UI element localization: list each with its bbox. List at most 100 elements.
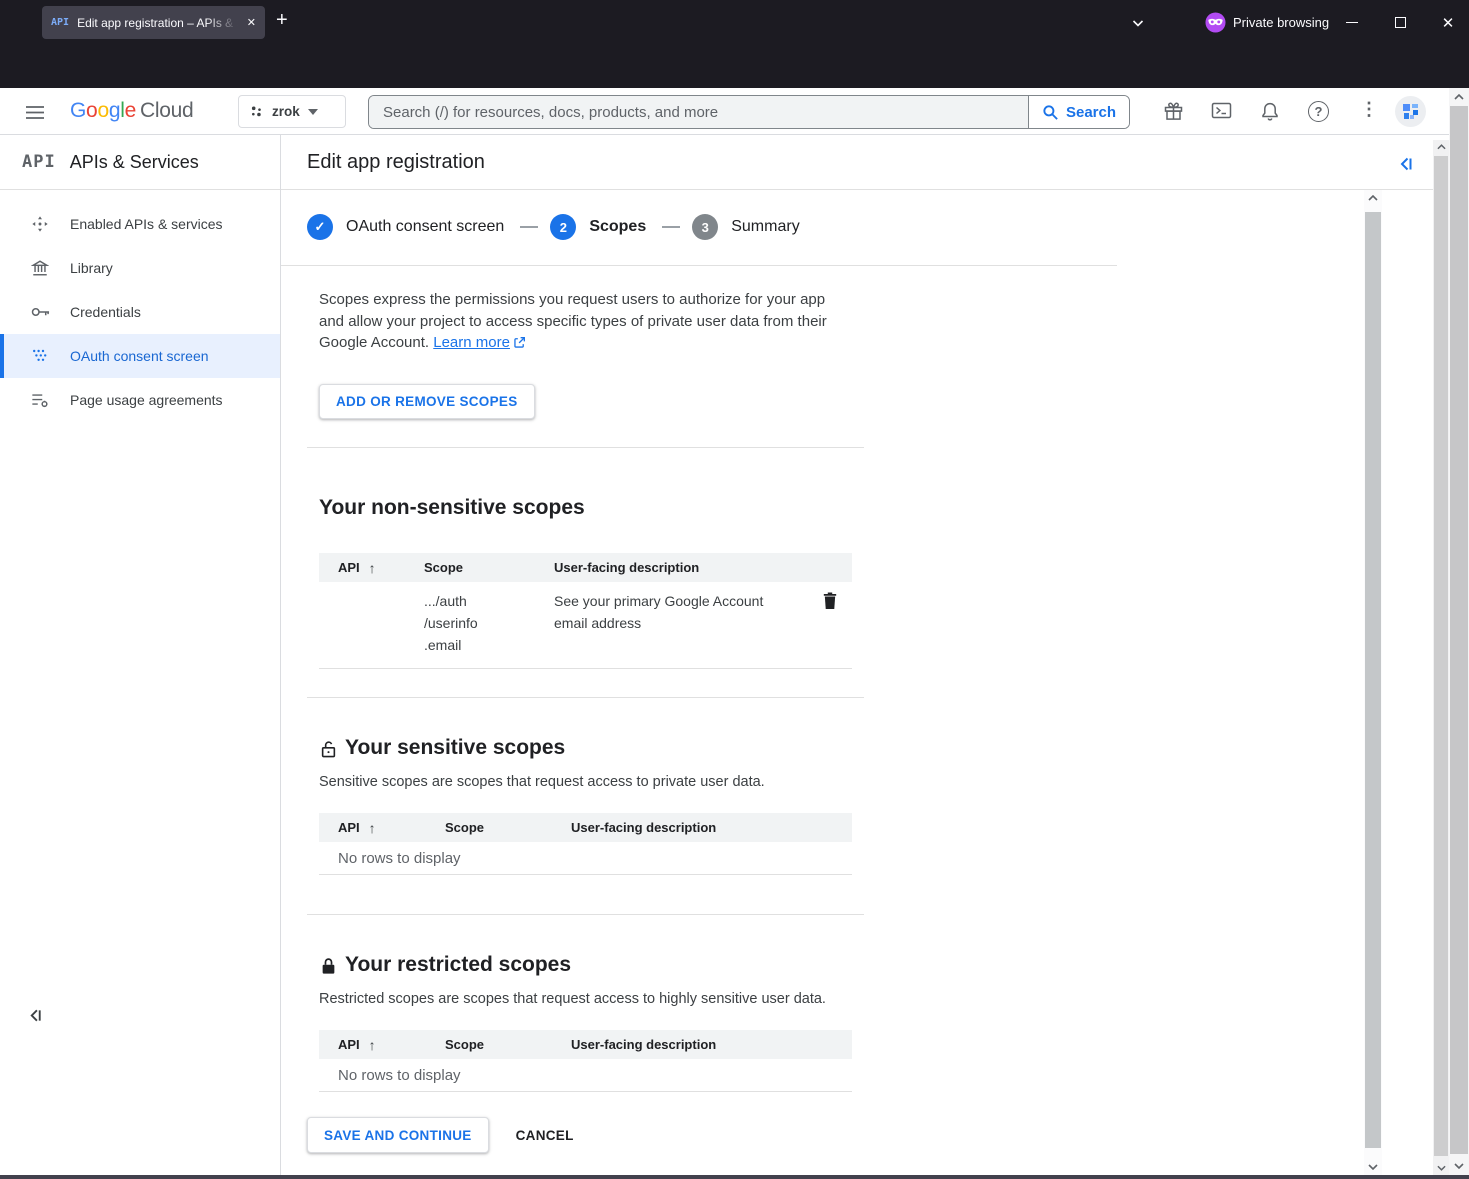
maximize-icon — [1395, 17, 1406, 28]
scrollbar-thumb[interactable] — [1434, 156, 1448, 1156]
more-options-icon[interactable]: ⋮ — [1360, 99, 1378, 120]
api-header-label: API — [338, 560, 360, 575]
scope-value: .../auth /userinfo .email — [424, 590, 554, 656]
scope-column-header[interactable]: Scope — [445, 1037, 571, 1052]
library-icon — [30, 259, 50, 277]
learn-more-link[interactable]: Learn more — [433, 334, 510, 351]
sidebar-items: Enabled APIs & services Library Credenti… — [0, 190, 280, 422]
scrollbar-thumb[interactable] — [1365, 212, 1381, 1148]
logo-letter: o — [97, 99, 108, 122]
add-or-remove-scopes-button[interactable]: ADD OR REMOVE SCOPES — [319, 384, 535, 419]
private-browsing-mask-icon — [1205, 12, 1226, 33]
sidebar-item-label: Enabled APIs & services — [70, 216, 223, 232]
scroll-up-icon[interactable] — [1364, 195, 1382, 201]
help-icon[interactable]: ? — [1308, 101, 1329, 122]
key-icon — [30, 306, 50, 318]
scroll-up-icon[interactable] — [1449, 94, 1469, 100]
sidebar-item-label: Library — [70, 260, 113, 276]
scroll-down-icon[interactable] — [1364, 1164, 1382, 1170]
new-tab-button[interactable]: + — [276, 9, 288, 32]
tab-bar: API Edit app registration – APIs & Se ✕ … — [0, 0, 1469, 45]
gcp-nav-hamburger-icon[interactable] — [26, 106, 44, 119]
window-minimize-button[interactable] — [1329, 0, 1375, 45]
intro-paragraph: Scopes express the permissions you reque… — [319, 291, 827, 351]
page-title: Edit app registration — [307, 151, 485, 174]
api-column-header[interactable]: API↑ — [319, 820, 445, 836]
window-maximize-button[interactable] — [1377, 0, 1423, 45]
private-browsing-label: Private browsing — [1233, 15, 1329, 30]
empty-table-message: No rows to display — [319, 1059, 852, 1092]
avatar-pixel-glyph — [1401, 102, 1420, 121]
step1-label[interactable]: OAuth consent screen — [346, 218, 504, 236]
search-input[interactable]: Search (/) for resources, docs, products… — [369, 96, 1028, 128]
scope-description: See your primary Google Account email ad… — [554, 590, 784, 656]
step3-number[interactable]: 3 — [692, 214, 718, 240]
restricted-scopes-heading: Your restricted scopes — [345, 953, 571, 977]
browser-window: API Edit app registration – APIs & Se ✕ … — [0, 0, 1469, 1179]
collapse-panel-icon[interactable] — [1398, 156, 1414, 172]
scroll-up-icon[interactable] — [1433, 144, 1449, 150]
collapse-sidebar-icon[interactable] — [28, 1008, 43, 1023]
sidebar-item-page-usage-agreements[interactable]: Page usage agreements — [0, 378, 280, 422]
lock-open-icon — [320, 740, 337, 759]
scope-column-header[interactable]: Scope — [424, 560, 554, 575]
browser-scrollbar[interactable] — [1449, 88, 1469, 1175]
scope-table-row: .../auth /userinfo .email See your prima… — [319, 582, 852, 669]
account-avatar[interactable] — [1395, 96, 1426, 127]
step1-check-icon[interactable]: ✓ — [307, 214, 333, 240]
divider — [307, 697, 864, 698]
scroll-down-icon[interactable] — [1449, 1163, 1469, 1169]
sidebar-item-oauth-consent-screen[interactable]: OAuth consent screen — [0, 334, 280, 378]
divider — [307, 914, 864, 915]
api-column-header[interactable]: API ↑ — [319, 560, 424, 576]
sidebar-header: API APIs & Services — [0, 135, 280, 190]
cancel-button[interactable]: CANCEL — [516, 1128, 574, 1143]
sort-ascending-icon: ↑ — [369, 560, 376, 576]
notifications-bell-icon[interactable] — [1260, 101, 1280, 122]
description-column-header[interactable]: User-facing description — [571, 1037, 852, 1052]
cloud-shell-icon[interactable] — [1211, 101, 1232, 120]
browser-tab[interactable]: API Edit app registration – APIs & Se ✕ — [42, 6, 265, 39]
scroll-down-icon[interactable] — [1433, 1165, 1449, 1171]
delete-scope-trash-icon[interactable] — [822, 591, 838, 610]
search-button[interactable]: Search — [1028, 96, 1129, 128]
step2-label[interactable]: Scopes — [589, 218, 646, 236]
api-header-label: API — [338, 1037, 360, 1052]
tab-close-icon[interactable]: ✕ — [247, 16, 256, 29]
google-cloud-logo[interactable]: GoogleCloud — [70, 99, 193, 123]
project-icon — [249, 104, 264, 119]
sidebar-item-library[interactable]: Library — [0, 246, 280, 290]
api-column-header[interactable]: API↑ — [319, 1037, 445, 1053]
tab-title: Edit app registration – APIs & Se — [77, 16, 243, 30]
logo-letter: G — [70, 99, 86, 122]
window-close-button[interactable]: ✕ — [1425, 0, 1469, 45]
sidebar-item-credentials[interactable]: Credentials — [0, 290, 280, 334]
sidebar-title: APIs & Services — [70, 152, 199, 173]
description-column-header[interactable]: User-facing description — [571, 820, 852, 835]
list-tabs-chevron-icon[interactable] — [1131, 16, 1145, 30]
scope-column-header[interactable]: Scope — [445, 820, 571, 835]
sensitive-scopes-table: API↑ Scope User-facing description No ro… — [319, 813, 852, 875]
content-scrollbar[interactable] — [1364, 190, 1382, 1175]
non-sensitive-scopes-table: API ↑ Scope User-facing description .../a… — [319, 553, 852, 669]
step-connector — [520, 226, 538, 228]
step3-label[interactable]: Summary — [731, 218, 799, 236]
app-scrollbar[interactable] — [1433, 140, 1449, 1175]
sort-ascending-icon: ↑ — [369, 820, 376, 836]
project-name: zrok — [272, 104, 300, 119]
project-selector[interactable]: zrok — [238, 95, 346, 128]
tab-favicon-icon: API — [51, 17, 69, 28]
window-bottom-edge — [0, 1175, 1469, 1179]
logo-letter: e — [125, 99, 136, 122]
empty-table-message: No rows to display — [319, 842, 852, 875]
gift-icon[interactable] — [1163, 101, 1184, 122]
enabled-apis-icon — [30, 215, 50, 233]
description-column-header[interactable]: User-facing description — [554, 560, 852, 575]
save-and-continue-button[interactable]: SAVE AND CONTINUE — [307, 1117, 489, 1153]
table-header-row: API ↑ Scope User-facing description — [319, 553, 852, 582]
apis-services-logo-icon: API — [22, 152, 56, 172]
sidebar-item-enabled-apis[interactable]: Enabled APIs & services — [0, 202, 280, 246]
scrollbar-thumb[interactable] — [1450, 106, 1468, 1154]
logo-letter: g — [109, 99, 120, 122]
step2-number[interactable]: 2 — [550, 214, 576, 240]
